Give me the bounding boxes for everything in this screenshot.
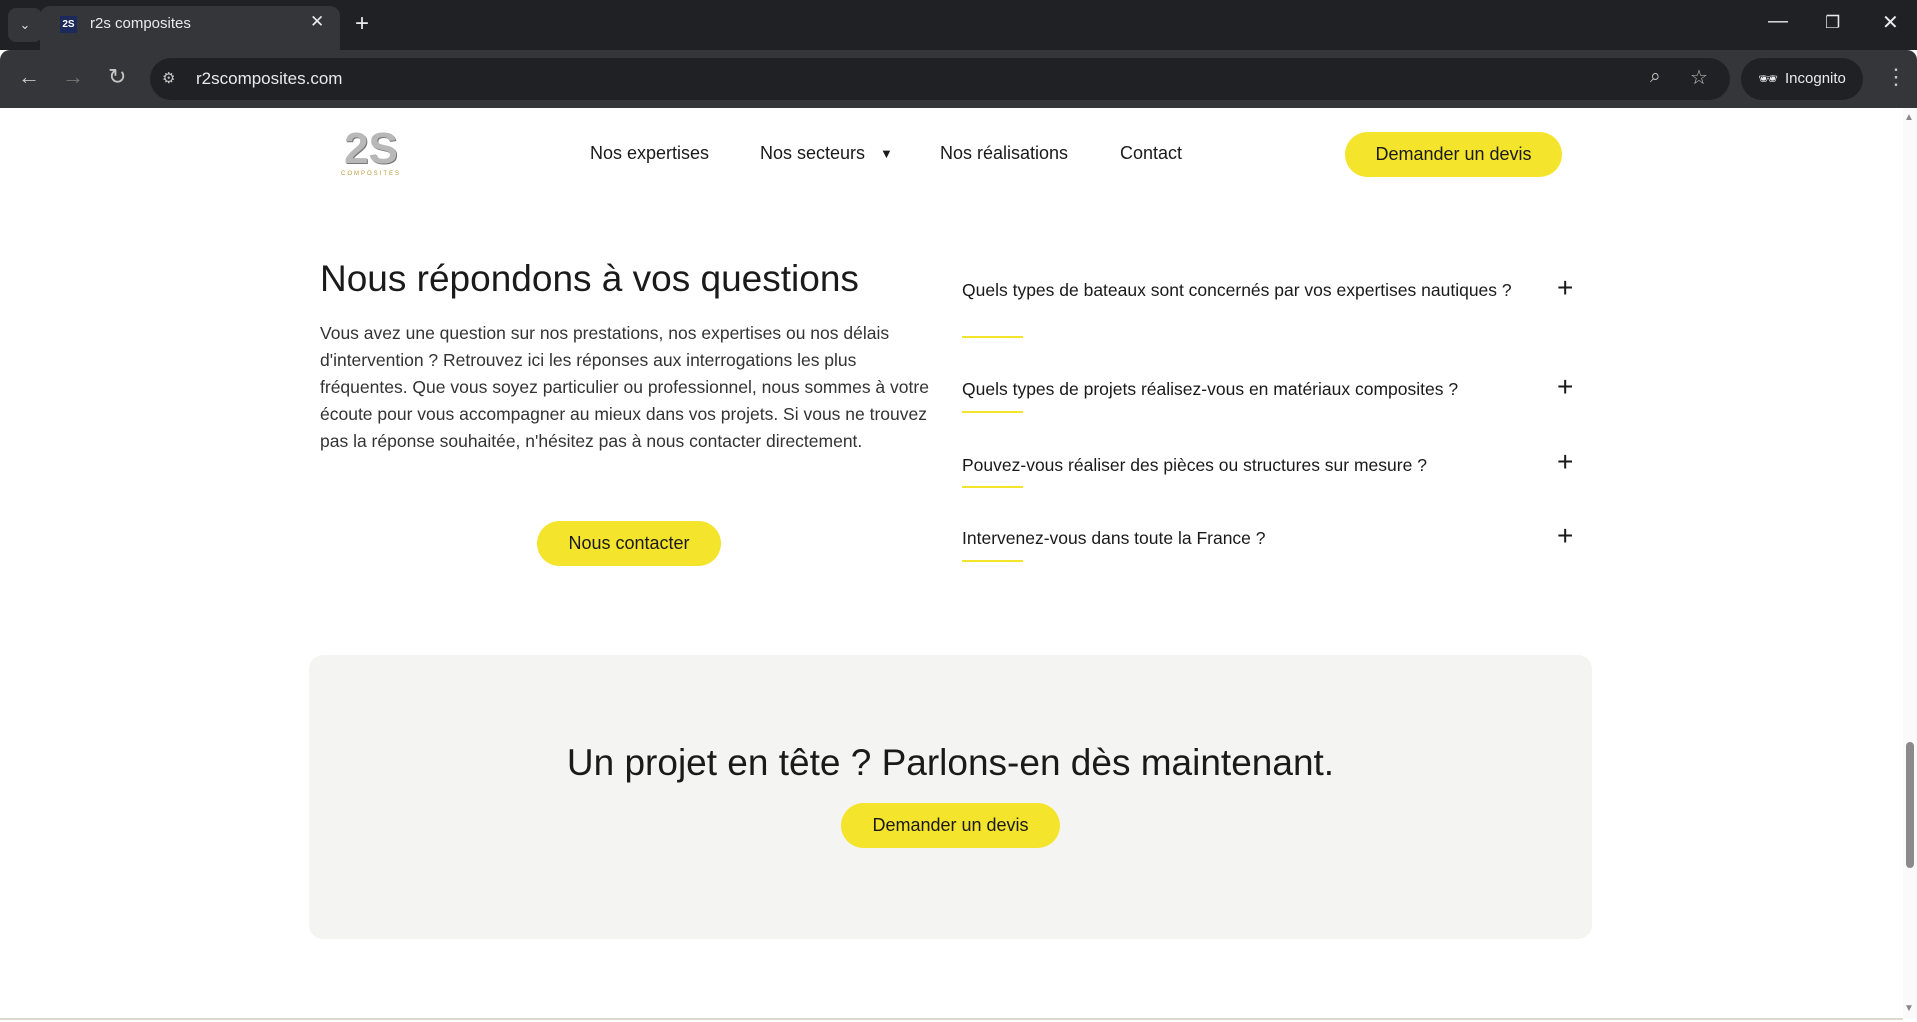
zoom-icon[interactable]: ⌕ xyxy=(1650,66,1661,88)
minimize-icon[interactable]: — xyxy=(1768,10,1788,33)
faq-underline xyxy=(962,336,1023,338)
bookmark-star-icon[interactable]: ☆ xyxy=(1690,65,1708,90)
incognito-icon: 🕶 xyxy=(1758,71,1779,88)
menu-icon[interactable]: ⋮ xyxy=(1885,64,1907,90)
cta-title: Un projet en tête ? Parlons-en dès maint… xyxy=(566,742,1335,783)
tab-search-button[interactable]: ⌄ xyxy=(8,8,42,42)
nav-realisations[interactable]: Nos réalisations xyxy=(940,143,1068,164)
url-text[interactable]: r2scomposites.com xyxy=(196,69,342,89)
chevron-down-icon[interactable]: ▼ xyxy=(880,146,893,161)
reload-icon[interactable]: ↻ xyxy=(108,64,126,90)
faq-question-4[interactable]: Intervenez-vous dans toute la France ? xyxy=(962,526,1522,550)
scrollbar-thumb[interactable] xyxy=(1906,742,1914,868)
plus-icon[interactable]: + xyxy=(1557,520,1573,552)
divider xyxy=(0,1018,1903,1020)
faq-question-2[interactable]: Quels types de projets réalisez-vous en … xyxy=(962,377,1522,401)
restore-icon[interactable]: ❐ xyxy=(1825,13,1840,33)
contact-button[interactable]: Nous contacter xyxy=(537,521,721,566)
faq-underline xyxy=(962,486,1023,488)
nav-secteurs[interactable]: Nos secteurs xyxy=(760,143,865,164)
close-window-icon[interactable]: ✕ xyxy=(1882,10,1899,35)
plus-icon[interactable]: + xyxy=(1557,371,1573,403)
logo[interactable]: 2S COMPOSITES xyxy=(339,127,403,183)
logo-text: COMPOSITES xyxy=(340,171,401,177)
faq-underline xyxy=(962,411,1023,413)
faq-intro: Vous avez une question sur nos prestatio… xyxy=(320,323,929,451)
new-tab-icon[interactable]: + xyxy=(355,10,369,38)
nav-contact[interactable]: Contact xyxy=(1120,143,1182,164)
scrollbar[interactable] xyxy=(1903,108,1917,1018)
nav-expertises[interactable]: Nos expertises xyxy=(590,143,709,164)
site-settings-icon[interactable]: ⚙ xyxy=(162,69,175,87)
tab-title: r2s composites xyxy=(90,15,191,32)
favicon-icon: 2S xyxy=(60,16,77,33)
cta-panel xyxy=(309,655,1592,939)
scroll-down-icon[interactable]: ▼ xyxy=(1904,1003,1914,1014)
cta-quote-button[interactable]: Demander un devis xyxy=(841,803,1060,848)
back-icon[interactable]: ← xyxy=(18,64,40,90)
faq-question-1[interactable]: Quels types de bateaux sont concernés pa… xyxy=(962,278,1522,302)
incognito-label: Incognito xyxy=(1785,70,1846,87)
plus-icon[interactable]: + xyxy=(1557,446,1573,478)
scroll-up-icon[interactable]: ▲ xyxy=(1904,112,1914,123)
faq-underline xyxy=(962,560,1023,562)
close-tab-icon[interactable]: ✕ xyxy=(310,12,324,32)
plus-icon[interactable]: + xyxy=(1557,272,1573,304)
header-quote-button[interactable]: Demander un devis xyxy=(1345,132,1562,177)
faq-title: Nous répondons à vos questions xyxy=(320,258,859,299)
forward-icon[interactable]: → xyxy=(62,64,84,90)
faq-question-3[interactable]: Pouvez-vous réaliser des pièces ou struc… xyxy=(962,453,1522,477)
address-bar[interactable] xyxy=(150,58,1730,100)
